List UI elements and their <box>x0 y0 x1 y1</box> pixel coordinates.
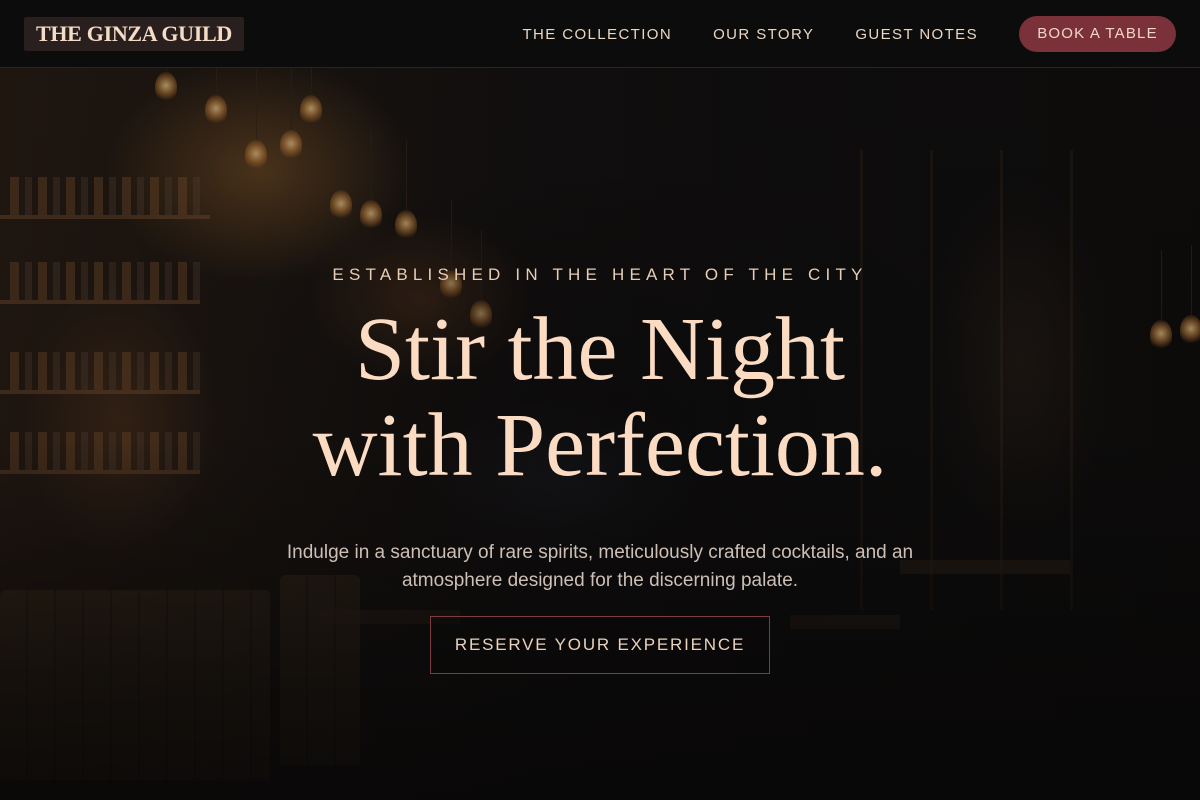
hero-headline-line-2: with Perfection. <box>312 396 888 495</box>
book-a-table-button[interactable]: BOOK A TABLE <box>1019 16 1176 52</box>
hero-headline-line-1: Stir the Night <box>355 300 845 399</box>
main-nav: THE COLLECTION OUR STORY GUEST NOTES <box>522 0 978 68</box>
hero-section: ESTABLISHED IN THE HEART OF THE CITY Sti… <box>0 0 1200 800</box>
nav-link-the-collection[interactable]: THE COLLECTION <box>522 26 672 43</box>
top-navbar: THE GINZA GUILD THE COLLECTION OUR STORY… <box>0 0 1200 68</box>
hero-eyebrow: ESTABLISHED IN THE HEART OF THE CITY <box>332 265 868 284</box>
brand-logo[interactable]: THE GINZA GUILD <box>24 17 244 51</box>
landing-page: THE GINZA GUILD THE COLLECTION OUR STORY… <box>0 0 1200 800</box>
nav-link-our-story[interactable]: OUR STORY <box>713 26 814 43</box>
reserve-experience-button[interactable]: RESERVE YOUR EXPERIENCE <box>430 616 770 674</box>
hero-headline: Stir the Night with Perfection. <box>0 302 1200 494</box>
nav-link-guest-notes[interactable]: GUEST NOTES <box>855 26 978 43</box>
hero-subtext: Indulge in a sanctuary of rare spirits, … <box>286 542 914 591</box>
